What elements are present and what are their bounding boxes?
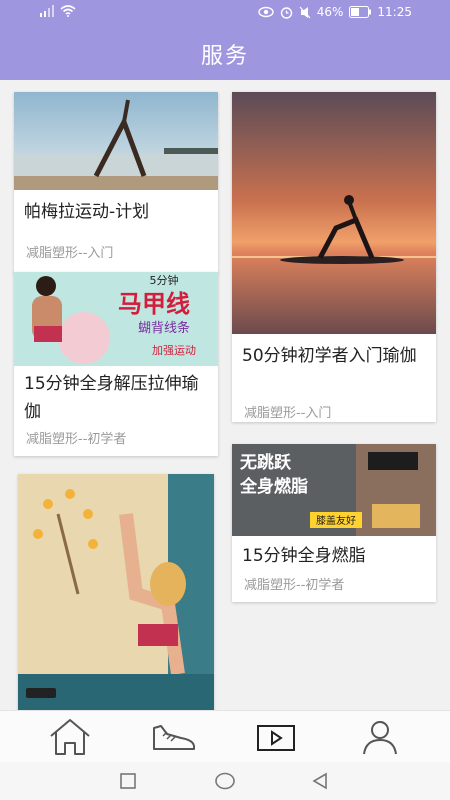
shoe-icon	[153, 725, 195, 750]
eye-icon	[258, 6, 274, 18]
image-text-main: 马甲线	[118, 290, 190, 318]
course-subtitle: 减脂塑形--初学者	[244, 578, 345, 593]
course-card[interactable]: 无跳跃 全身燃脂 膝盖友好 15分钟全身燃脂 减脂塑形--初学者	[232, 444, 436, 602]
fat-burning-image: 无跳跃 全身燃脂 膝盖友好	[232, 444, 436, 536]
course-title: 帕梅拉运动-计划	[24, 202, 150, 222]
course-title: 50分钟初学者入门瑜伽	[242, 346, 417, 366]
status-bar: 46% 11:25	[0, 0, 450, 26]
course-card[interactable]: 帕梅拉运动-计划 减脂塑形--入门	[14, 92, 218, 274]
nav-video[interactable]	[252, 719, 300, 755]
course-subtitle: 减脂塑形--初学者	[26, 432, 127, 447]
yoga-illustration-image	[18, 474, 214, 710]
yoga-lake-image	[14, 92, 218, 190]
page-title: 服务	[200, 44, 249, 69]
course-card[interactable]: 5分钟 马甲线 蝴背线条 加强运动 15分钟全身解压拉伸瑜伽 减脂塑形--初学者	[14, 272, 218, 456]
battery-percent: 46%	[316, 5, 344, 19]
nav-profile[interactable]	[356, 719, 404, 755]
course-subtitle: 减脂塑形--入门	[26, 246, 114, 261]
bottom-navigation	[0, 710, 450, 762]
course-title: 15分钟全身解压拉伸瑜伽	[24, 374, 199, 422]
vest-line-workout-image: 5分钟 马甲线 蝴背线条 加强运动	[14, 272, 218, 366]
course-subtitle: 减脂塑形--入门	[244, 406, 332, 421]
image-text-tag: 膝盖友好	[316, 514, 356, 527]
system-navigation-bar	[0, 762, 450, 800]
sunset-paddle-yoga-image	[232, 92, 436, 334]
clock-time: 11:25	[377, 5, 412, 19]
alarm-icon	[280, 6, 292, 19]
wifi-icon	[60, 5, 76, 17]
play-icon	[257, 725, 295, 751]
battery-icon	[349, 6, 372, 18]
course-card[interactable]	[18, 474, 214, 710]
course-card[interactable]: 50分钟初学者入门瑜伽 减脂塑形--入门	[232, 92, 436, 422]
image-text-top: 5分钟	[150, 273, 179, 287]
circle-icon[interactable]	[215, 772, 235, 790]
square-icon[interactable]	[120, 773, 136, 789]
image-text-sub: 蝴背线条	[138, 320, 190, 336]
person-icon	[363, 721, 397, 755]
image-text-tag: 加强运动	[152, 344, 196, 357]
back-triangle-icon[interactable]	[312, 772, 328, 790]
mute-icon	[299, 6, 311, 18]
nav-sport[interactable]	[150, 719, 198, 755]
home-icon	[50, 719, 90, 755]
course-title: 15分钟全身燃脂	[242, 546, 366, 566]
service-list[interactable]: 帕梅拉运动-计划 减脂塑形--入门 50分钟初学者入门瑜伽 减脂塑形--入门 5…	[0, 80, 450, 710]
signal-icon	[40, 5, 54, 17]
nav-home[interactable]	[46, 719, 94, 755]
app-header: 46% 11:25 服务	[0, 0, 450, 80]
